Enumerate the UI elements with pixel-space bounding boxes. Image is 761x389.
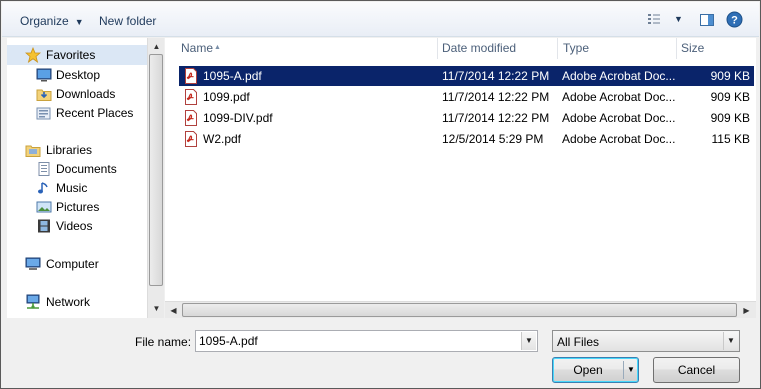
nav-documents-label: Documents — [56, 162, 117, 176]
column-size-label: Size — [681, 41, 705, 55]
file-name-input[interactable] — [199, 333, 519, 349]
file-type-cell: Adobe Acrobat Doc... — [562, 90, 676, 104]
scroll-down-icon[interactable]: ▼ — [149, 301, 164, 316]
file-date-cell: 11/7/2014 12:22 PM — [442, 90, 550, 104]
network-icon — [26, 294, 40, 309]
nav-music-label: Music — [56, 181, 88, 195]
scroll-left-icon[interactable]: ◀ — [166, 303, 181, 318]
split-divider — [623, 361, 624, 379]
desktop-icon — [36, 68, 52, 82]
file-row[interactable]: W2.pdf 12/5/2014 5:29 PM Adobe Acrobat Doc… — [179, 129, 754, 149]
nav-videos-label: Videos — [56, 219, 93, 233]
file-name-cell: 1099.pdf — [203, 90, 250, 104]
column-date-label: Date modified — [442, 41, 517, 55]
nav-favorites[interactable]: Favorites — [7, 45, 147, 65]
file-size-cell: 909 KB — [710, 111, 750, 125]
pdf-file-icon — [185, 89, 197, 105]
nav-computer-label: Computer — [46, 257, 99, 271]
recent-places-icon — [36, 107, 51, 120]
toolbar: Organize ▼ New folder ▼ ? — [2, 2, 759, 37]
file-date-cell: 12/5/2014 5:29 PM — [442, 132, 544, 146]
nav-downloads-label: Downloads — [56, 87, 116, 101]
pdf-file-icon — [185, 68, 197, 84]
nav-scrollbar[interactable]: ▲ ▼ — [147, 38, 164, 318]
svg-text:?: ? — [731, 15, 738, 27]
column-header-size[interactable]: Size — [677, 38, 756, 59]
file-list-horizontal-scrollbar[interactable]: ◀ ▶ — [165, 301, 756, 318]
sort-ascending-icon: ▲ — [214, 44, 221, 51]
nav-libraries-label: Libraries — [46, 143, 93, 157]
open-button-label: Open — [573, 363, 603, 377]
file-row[interactable]: 1095-A.pdf 11/7/2014 12:22 PM Adobe Acroba… — [179, 66, 754, 86]
nav-recent-places-label: Recent Places — [56, 106, 134, 120]
pdf-file-icon — [185, 110, 197, 126]
downloads-folder-icon — [36, 89, 52, 101]
nav-favorites-label: Favorites — [46, 48, 96, 62]
file-name-cell: 1099-DIV.pdf — [203, 111, 273, 125]
file-name-cell: W2.pdf — [203, 132, 242, 146]
documents-icon — [38, 162, 50, 176]
computer-icon — [25, 257, 41, 270]
scroll-up-icon[interactable]: ▲ — [149, 39, 164, 54]
open-button[interactable]: Open ▼ — [552, 357, 639, 383]
nav-desktop-label: Desktop — [56, 68, 101, 82]
chevron-down-icon: ▼ — [74, 17, 84, 27]
cancel-button[interactable]: Cancel — [653, 357, 740, 383]
column-header-name[interactable]: Name ▲ — [165, 38, 438, 59]
file-open-dialog: Organize ▼ New folder ▼ ? Favorites Desk… — [0, 0, 761, 389]
file-type-value: All Files — [557, 335, 600, 349]
nav-network-label: Network — [46, 295, 91, 309]
videos-icon — [38, 219, 50, 233]
file-name-combobox[interactable]: ▼ — [195, 330, 538, 352]
file-size-cell: 115 KB — [711, 132, 750, 146]
nav-scroll-thumb[interactable] — [149, 54, 163, 286]
file-type-select[interactable]: All Files ▼ — [552, 330, 740, 352]
help-icon[interactable]: ? — [726, 11, 743, 28]
file-size-cell: 909 KB — [710, 69, 750, 83]
views-dropdown-icon[interactable]: ▼ — [674, 14, 683, 24]
file-type-cell: Adobe Acrobat Doc... — [562, 111, 676, 125]
pdf-file-icon — [185, 131, 197, 147]
library-icon — [25, 145, 41, 157]
pictures-icon — [36, 201, 52, 213]
nav-pictures-label: Pictures — [56, 200, 100, 214]
file-type-cell: Adobe Acrobat Doc... — [562, 132, 676, 146]
new-folder-button[interactable]: New folder — [97, 12, 158, 30]
view-options-icon[interactable] — [647, 13, 661, 27]
star-icon — [25, 47, 41, 63]
chevron-down-icon[interactable]: ▼ — [521, 332, 536, 350]
file-list: Name ▲ Date modified Type Size 1095-A.pd… — [165, 38, 756, 318]
organize-label: Organize — [20, 14, 69, 28]
open-options-chevron-icon[interactable]: ▼ — [627, 358, 635, 382]
file-date-cell: 11/7/2014 12:22 PM — [442, 69, 550, 83]
file-name-label: File name: — [135, 335, 192, 349]
column-header-type[interactable]: Type — [558, 38, 677, 59]
column-header-date[interactable]: Date modified — [438, 38, 558, 59]
file-name-cell: 1095-A.pdf — [203, 69, 262, 83]
column-name-label: Name — [181, 41, 214, 55]
file-row[interactable]: 1099-DIV.pdf 11/7/2014 12:22 PM Adobe Acro… — [179, 108, 754, 128]
organize-menu[interactable]: Organize ▼ — [18, 12, 86, 30]
chevron-down-icon[interactable]: ▼ — [723, 332, 738, 350]
horizontal-scroll-thumb[interactable] — [182, 303, 737, 317]
column-type-label: Type — [563, 41, 590, 55]
file-type-cell: Adobe Acrobat Doc... — [562, 69, 676, 83]
file-row[interactable]: 1099.pdf 11/7/2014 12:22 PM Adobe Acrobat … — [179, 87, 754, 107]
scroll-right-icon[interactable]: ▶ — [739, 303, 754, 318]
file-size-cell: 909 KB — [710, 90, 750, 104]
preview-pane-icon[interactable] — [699, 12, 715, 28]
navigation-pane: Favorites Desktop Downloads Recent Place… — [7, 38, 147, 318]
file-date-cell: 11/7/2014 12:22 PM — [442, 111, 550, 125]
music-icon — [38, 182, 48, 194]
